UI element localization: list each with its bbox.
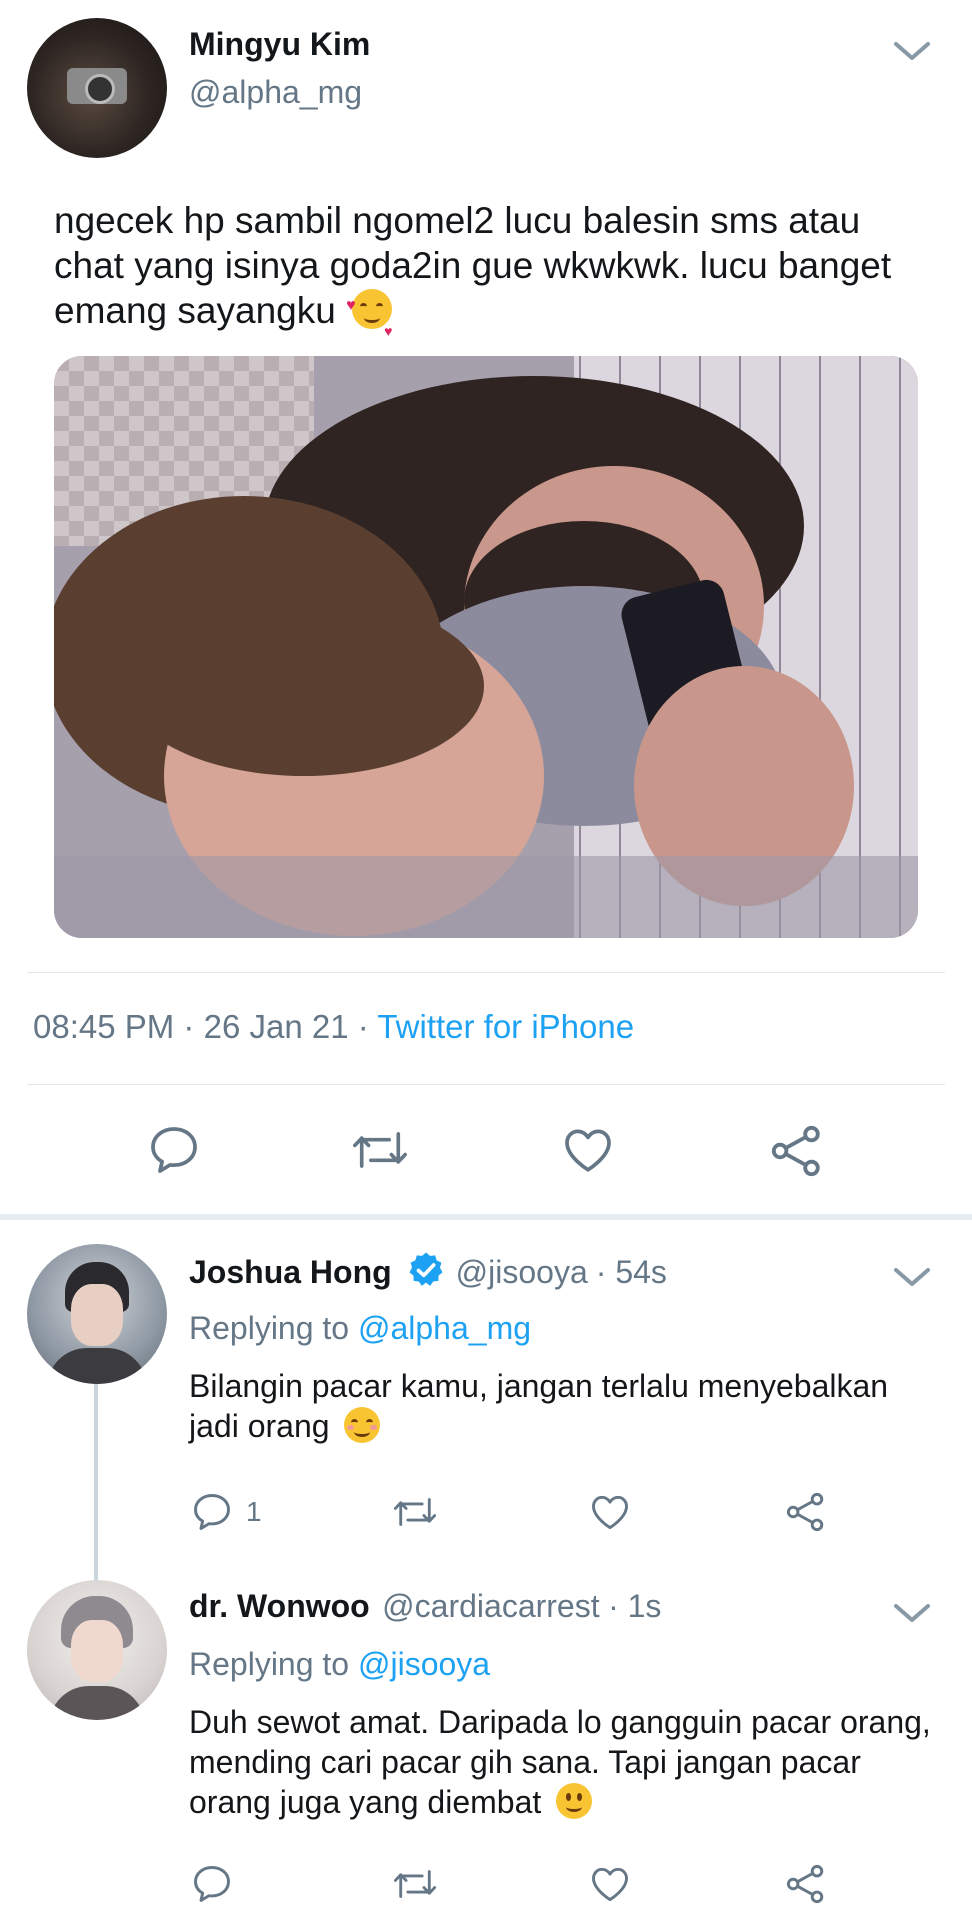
reply-time: · 54s <box>595 1254 667 1290</box>
tweet-meta: 08:45 PM · 26 Jan 21 · Twitter for iPhon… <box>33 1008 634 1046</box>
retweet-icon <box>393 1870 437 1898</box>
reply-avatar[interactable] <box>27 1580 167 1720</box>
retweet-icon <box>393 1498 437 1526</box>
reply-button[interactable]: 1 <box>190 1490 262 1534</box>
author-handle[interactable]: @alpha_mg <box>189 74 362 111</box>
reply-icon <box>194 1494 230 1530</box>
share-button[interactable] <box>784 1490 828 1534</box>
replying-to-link[interactable]: @jisooya <box>358 1646 490 1682</box>
reply-icon <box>194 1866 230 1902</box>
reply-count: 1 <box>246 1496 262 1527</box>
share-button[interactable] <box>784 1862 828 1906</box>
divider <box>27 972 945 973</box>
reply-button[interactable] <box>146 1122 202 1178</box>
meta-separator: · <box>183 1008 195 1045</box>
reply-author-name[interactable]: Joshua Hong <box>189 1254 392 1291</box>
reply-text: Duh sewot amat. Daripada lo gangguin pac… <box>189 1702 939 1822</box>
heart-icon <box>592 1495 628 1530</box>
reply-text: Bilangin pacar kamu, jangan terlalu meny… <box>189 1366 939 1446</box>
heart-icon <box>592 1867 628 1902</box>
tweet-date: 26 Jan 21 <box>203 1008 349 1045</box>
heart-icon <box>565 1129 611 1172</box>
share-button[interactable] <box>768 1122 826 1180</box>
retweet-button[interactable] <box>348 1122 412 1178</box>
tweet-source-link[interactable]: Twitter for iPhone <box>377 1008 634 1045</box>
tweet-text: ngecek hp sambil ngomel2 lucu balesin sm… <box>54 198 914 339</box>
tweet-time: 08:45 PM <box>33 1008 175 1045</box>
reply-icon <box>151 1127 197 1173</box>
reply-text-content: Bilangin pacar kamu, jangan terlalu meny… <box>189 1368 889 1444</box>
reply-time: · 1s <box>608 1588 662 1624</box>
verified-badge-icon <box>406 1250 446 1295</box>
reply-button[interactable] <box>190 1862 234 1906</box>
smiling-face-icon <box>344 1407 381 1443</box>
smiling-face-with-hearts-icon: ♥ ♥ <box>346 289 392 339</box>
thread-line <box>94 1384 98 1584</box>
meta-separator: · <box>357 1008 369 1045</box>
tweet-text-content: ngecek hp sambil ngomel2 lucu balesin sm… <box>54 200 892 331</box>
reply-avatar[interactable] <box>27 1244 167 1384</box>
avatar-lens-shape <box>85 74 115 104</box>
section-divider <box>0 1214 972 1220</box>
share-icon <box>771 1125 820 1177</box>
like-button[interactable] <box>588 1490 632 1534</box>
chevron-down-icon[interactable] <box>892 1602 932 1626</box>
share-icon <box>786 1492 824 1532</box>
tweet-photo-art <box>54 356 918 938</box>
replying-to: Replying to @jisooya <box>189 1646 490 1683</box>
retweet-button[interactable] <box>390 1862 440 1906</box>
reply-header: Joshua Hong @jisooya · 54s <box>189 1250 667 1295</box>
reply-author-handle[interactable]: @jisooya <box>456 1254 588 1291</box>
chevron-down-icon[interactable] <box>892 40 932 64</box>
retweet-icon <box>353 1132 407 1168</box>
chevron-down-icon[interactable] <box>892 1266 932 1290</box>
retweet-button[interactable] <box>390 1490 440 1534</box>
like-button[interactable] <box>588 1862 632 1906</box>
reply-author-name[interactable]: dr. Wonwoo <box>189 1588 370 1624</box>
share-icon <box>786 1864 824 1904</box>
reply-author-handle[interactable]: @cardiacarrest <box>382 1588 599 1624</box>
replying-to: Replying to @alpha_mg <box>189 1310 531 1347</box>
tweet-photo[interactable] <box>54 356 918 938</box>
reply-header: dr. Wonwoo @cardiacarrest · 1s <box>189 1588 661 1625</box>
replying-label: Replying to <box>189 1310 350 1346</box>
slightly-smiling-face-icon <box>556 1783 593 1819</box>
like-button[interactable] <box>560 1122 616 1178</box>
author-avatar[interactable] <box>27 18 167 158</box>
divider <box>27 1084 945 1085</box>
author-name[interactable]: Mingyu Kim <box>189 26 370 63</box>
replying-label: Replying to <box>189 1646 350 1682</box>
replying-to-link[interactable]: @alpha_mg <box>358 1310 531 1346</box>
